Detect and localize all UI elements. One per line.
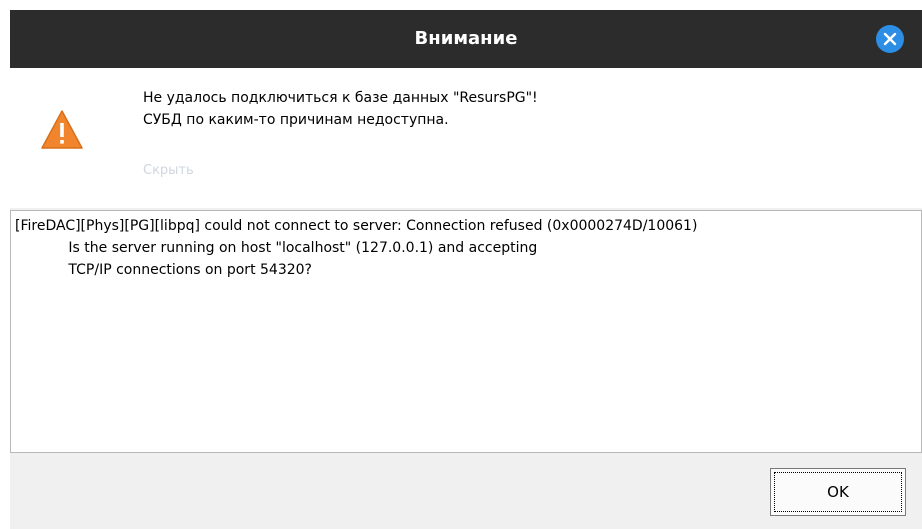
- alert-dialog: Внимание Не удалось подключиться к базе …: [10, 10, 922, 529]
- close-icon: [883, 32, 897, 46]
- error-message-line-1: Не удалось подключиться к базе данных "R…: [143, 90, 538, 106]
- button-bar: OK: [10, 453, 922, 529]
- message-area: Не удалось подключиться к базе данных "R…: [10, 68, 922, 208]
- dialog-title: Внимание: [414, 28, 518, 49]
- error-message-line-2: СУБД по каким-то причинам недоступна.: [143, 112, 449, 128]
- details-text: [FireDAC][Phys][PG][libpq] could not con…: [15, 218, 698, 278]
- hide-details-link[interactable]: Скрыть: [143, 163, 194, 178]
- title-bar[interactable]: Внимание: [10, 10, 922, 68]
- details-textbox[interactable]: [FireDAC][Phys][PG][libpq] could not con…: [10, 210, 922, 453]
- warning-icon: [41, 110, 83, 149]
- close-button[interactable]: [876, 25, 904, 53]
- ok-button-label: OK: [774, 472, 902, 512]
- ok-button[interactable]: OK: [770, 468, 906, 516]
